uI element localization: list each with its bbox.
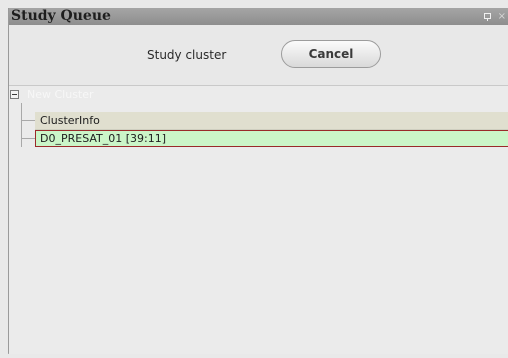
tree-connector-line <box>21 120 35 121</box>
tree-connector-line <box>21 138 35 139</box>
panel-title: Study Queue <box>11 8 111 24</box>
tree-connector-line <box>21 103 22 147</box>
pin-icon[interactable] <box>483 12 492 21</box>
tree-root-label: New Cluster <box>27 88 94 101</box>
tree-item-presat[interactable]: D0_PRESAT_01 [39:11] <box>35 130 508 147</box>
study-toolbar: Study cluster Cancel <box>9 25 508 85</box>
study-queue-panel: Study Queue × Study cluster Cancel New C… <box>8 8 508 354</box>
tree-item-label: ClusterInfo <box>40 114 100 127</box>
panel-titlebar[interactable]: Study Queue × <box>9 8 508 25</box>
titlebar-controls: × <box>483 8 506 25</box>
tree-item-cluster-info[interactable]: ClusterInfo <box>35 112 508 130</box>
tree-root-new-cluster[interactable]: New Cluster <box>9 87 508 103</box>
collapse-icon[interactable] <box>10 90 19 99</box>
cancel-button[interactable]: Cancel <box>281 40 381 68</box>
cluster-tree: New Cluster ClusterInfo D0_PRESAT_01 [39… <box>9 85 508 354</box>
close-icon[interactable]: × <box>498 8 506 25</box>
tree-item-label: D0_PRESAT_01 [39:11] <box>40 132 167 145</box>
study-cluster-label: Study cluster <box>147 48 227 62</box>
